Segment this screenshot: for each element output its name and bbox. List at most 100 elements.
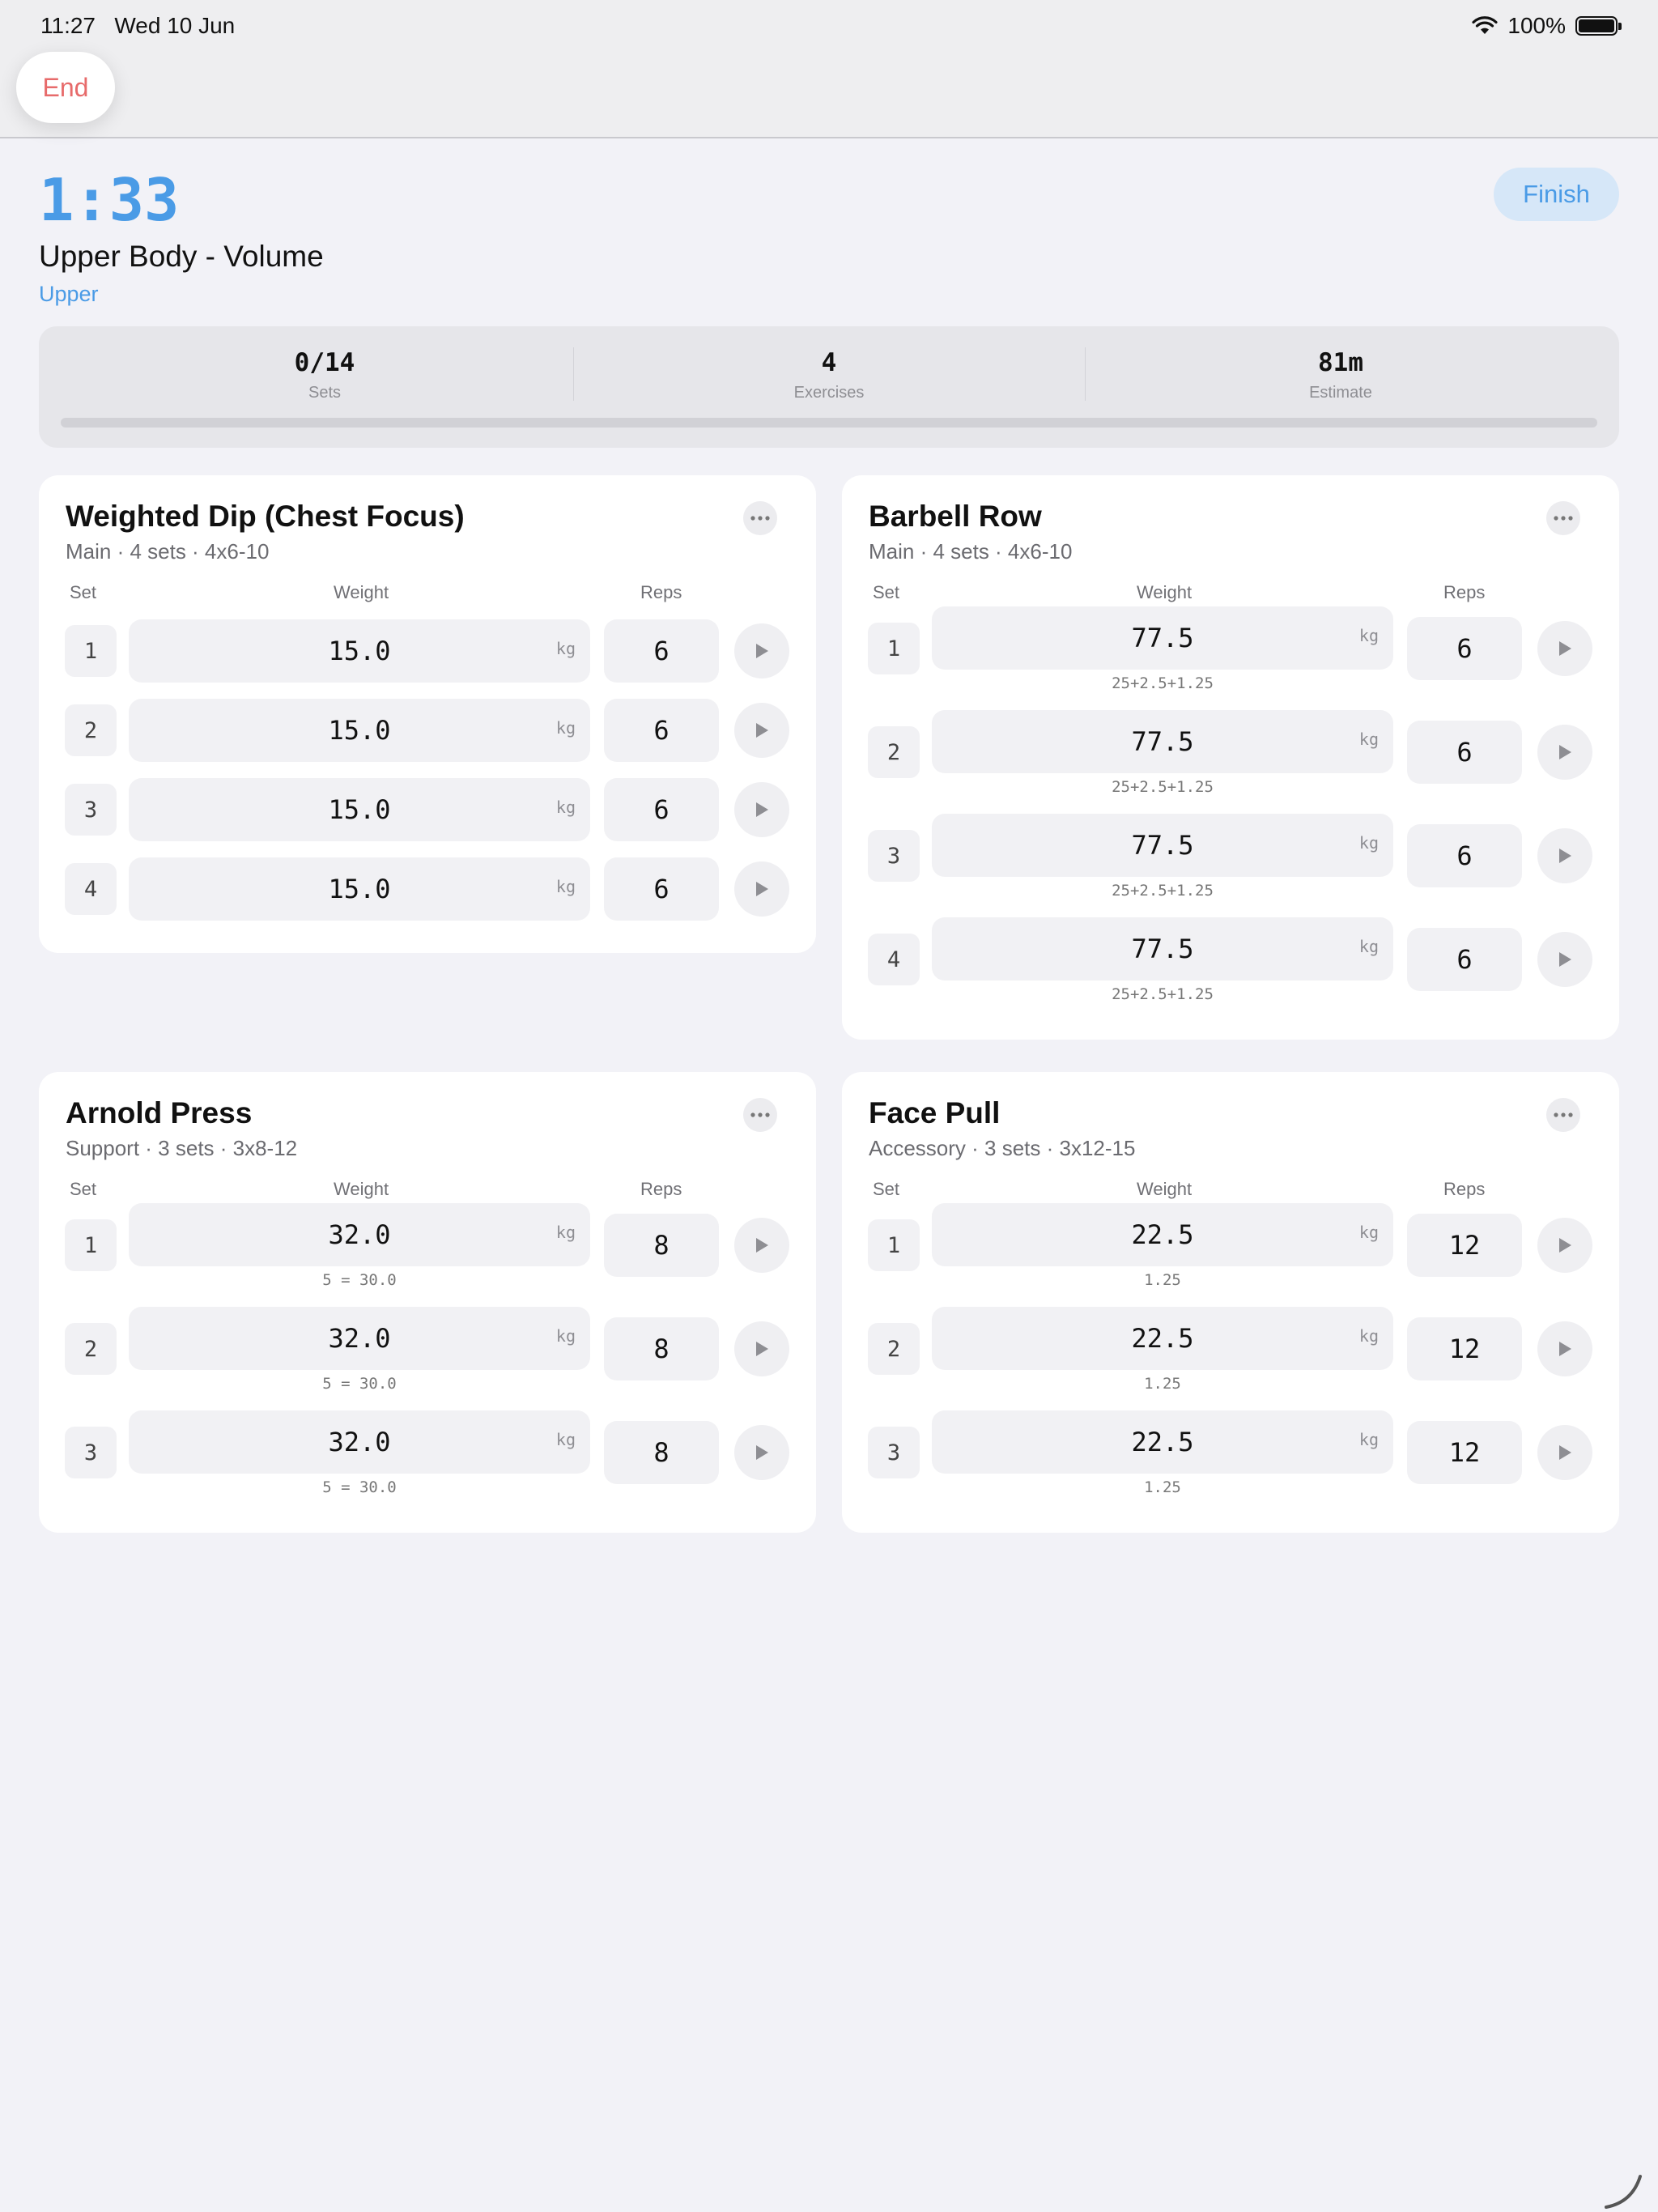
clock: 11:27 — [40, 13, 96, 38]
wifi-icon — [1472, 16, 1498, 34]
set-number: 1 — [868, 623, 920, 674]
more-options-button[interactable] — [1546, 1098, 1580, 1132]
weight-value: 15.0 — [328, 874, 391, 904]
weight-unit: kg — [555, 1430, 576, 1449]
more-options-button[interactable] — [1546, 501, 1580, 535]
reps-input[interactable]: 6 — [604, 699, 719, 762]
weight-input[interactable]: 15.0 kg — [129, 699, 590, 762]
weight-input[interactable]: 77.5 kg — [932, 814, 1393, 877]
reps-input[interactable]: 8 — [604, 1214, 719, 1277]
ellipsis-icon — [750, 516, 770, 521]
stat-sets-label: Sets — [308, 384, 342, 402]
start-set-button[interactable] — [734, 1425, 789, 1480]
start-set-button[interactable] — [1537, 932, 1592, 987]
start-set-button[interactable] — [734, 1321, 789, 1376]
weight-input[interactable]: 15.0 kg — [129, 778, 590, 841]
column-header-weight: Weight — [334, 1179, 389, 1199]
weight-unit: kg — [1358, 1223, 1379, 1242]
start-set-button[interactable] — [1537, 828, 1592, 883]
set-number: 2 — [65, 704, 117, 756]
weight-unit: kg — [1358, 1430, 1379, 1449]
reps-input[interactable]: 6 — [1407, 617, 1522, 680]
weight-input[interactable]: 77.5 kg — [932, 606, 1393, 670]
start-set-button[interactable] — [734, 623, 789, 678]
weight-value: 32.0 — [328, 1323, 391, 1354]
start-set-button[interactable] — [734, 703, 789, 758]
exercise-subtitle: Support · 3 sets · 3x8-12 — [66, 1136, 298, 1160]
reps-input[interactable]: 12 — [1407, 1317, 1522, 1380]
plate-breakdown: 1.25 — [1144, 1271, 1181, 1289]
play-icon — [756, 1342, 768, 1356]
reps-input[interactable]: 8 — [604, 1421, 719, 1484]
reps-input[interactable]: 12 — [1407, 1214, 1522, 1277]
column-header-reps: Reps — [1443, 582, 1486, 602]
more-options-button[interactable] — [743, 1098, 777, 1132]
play-icon — [1559, 952, 1571, 967]
play-icon — [756, 723, 768, 738]
weight-value: 22.5 — [1131, 1219, 1194, 1250]
weight-input[interactable]: 32.0 kg — [129, 1410, 590, 1474]
start-set-button[interactable] — [734, 1218, 789, 1273]
weight-unit: kg — [555, 639, 576, 658]
reps-input[interactable]: 12 — [1407, 1421, 1522, 1484]
reps-input[interactable]: 6 — [1407, 721, 1522, 784]
more-options-button[interactable] — [743, 501, 777, 535]
set-number: 3 — [868, 830, 920, 882]
weight-input[interactable]: 15.0 kg — [129, 857, 590, 921]
weight-input[interactable]: 22.5 kg — [932, 1307, 1393, 1370]
end-button[interactable]: End — [16, 52, 115, 123]
weight-value: 77.5 — [1131, 934, 1194, 964]
weight-input[interactable]: 15.0 kg — [129, 619, 590, 683]
plate-breakdown: 5 = 30.0 — [322, 1478, 397, 1496]
weight-input[interactable]: 22.5 kg — [932, 1410, 1393, 1474]
plate-breakdown: 1.25 — [1144, 1375, 1181, 1393]
stat-sets-value: 0/14 — [294, 348, 355, 377]
reps-input[interactable]: 8 — [604, 1317, 719, 1380]
play-icon — [1559, 1342, 1571, 1356]
finish-button[interactable]: Finish — [1494, 168, 1619, 221]
set-number: 4 — [868, 934, 920, 985]
stat-estimate: 81m Estimate — [1086, 326, 1596, 402]
reps-input[interactable]: 6 — [604, 857, 719, 921]
stat-estimate-value: 81m — [1318, 348, 1363, 377]
start-set-button[interactable] — [734, 861, 789, 917]
start-set-button[interactable] — [1537, 725, 1592, 780]
reps-input[interactable]: 6 — [1407, 824, 1522, 887]
workout-timer: 1:33 — [39, 166, 180, 234]
column-header-set: Set — [873, 582, 900, 602]
weight-input[interactable]: 22.5 kg — [932, 1203, 1393, 1266]
column-header-set: Set — [873, 1179, 900, 1199]
weight-input[interactable]: 32.0 kg — [129, 1203, 590, 1266]
reps-input[interactable]: 6 — [1407, 928, 1522, 991]
column-header-set: Set — [70, 582, 97, 602]
exercise-subtitle: Accessory · 3 sets · 3x12-15 — [869, 1136, 1136, 1160]
column-header-weight: Weight — [334, 582, 389, 602]
start-set-button[interactable] — [1537, 1218, 1592, 1273]
set-number: 2 — [868, 1323, 920, 1375]
battery-percent: 100% — [1507, 13, 1566, 38]
weight-unit: kg — [555, 1223, 576, 1242]
weight-input[interactable]: 77.5 kg — [932, 710, 1393, 773]
start-set-button[interactable] — [734, 782, 789, 837]
weight-unit: kg — [1358, 1326, 1379, 1346]
stat-sets: 0/14 Sets — [70, 326, 580, 402]
weight-unit: kg — [555, 1326, 576, 1346]
column-header-reps: Reps — [640, 1179, 682, 1199]
play-icon — [1559, 1238, 1571, 1253]
start-set-button[interactable] — [1537, 621, 1592, 676]
play-icon — [756, 644, 768, 658]
start-set-button[interactable] — [1537, 1425, 1592, 1480]
workout-tag[interactable]: Upper — [39, 282, 99, 307]
exercise-subtitle: Main · 4 sets · 4x6-10 — [869, 539, 1073, 564]
start-set-button[interactable] — [1537, 1321, 1592, 1376]
weight-input[interactable]: 32.0 kg — [129, 1307, 590, 1370]
reps-input[interactable]: 6 — [604, 778, 719, 841]
exercise-subtitle: Main · 4 sets · 4x6-10 — [66, 539, 270, 564]
set-number: 1 — [65, 625, 117, 677]
exercise-card: Barbell Row Main · 4 sets · 4x6-10 Set Wei… — [842, 475, 1619, 1040]
workout-title: Upper Body - Volume — [39, 240, 324, 273]
weight-input[interactable]: 77.5 kg — [932, 917, 1393, 981]
set-number: 2 — [65, 1323, 117, 1375]
reps-input[interactable]: 6 — [604, 619, 719, 683]
weight-unit: kg — [555, 877, 576, 896]
